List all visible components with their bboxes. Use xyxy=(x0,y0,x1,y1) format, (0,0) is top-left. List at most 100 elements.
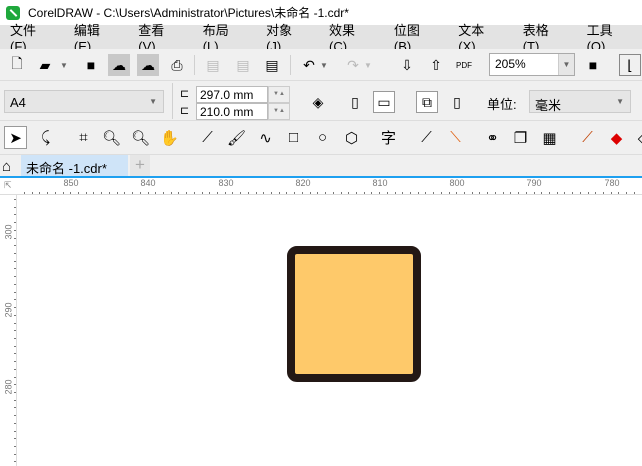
ruler-tick xyxy=(14,446,16,448)
export-pdf-icon[interactable]: PDF xyxy=(453,54,475,76)
pick-tool-icon[interactable]: ➤ xyxy=(4,126,27,149)
spiral-tool-icon[interactable]: ∿ xyxy=(254,126,277,149)
rulers-toggle-icon[interactable]: ⌊ xyxy=(619,54,641,76)
ruler-tick xyxy=(271,192,273,194)
undo-dropdown-icon[interactable]: ▼ xyxy=(318,54,330,76)
print-icon[interactable]: ⎙ xyxy=(166,54,188,76)
all-pages-icon[interactable]: ⧉ xyxy=(416,91,438,113)
ruler-label: 840 xyxy=(140,178,156,188)
ruler-tick xyxy=(14,330,16,332)
page-width-input[interactable]: 297.0 mm xyxy=(196,86,268,103)
ruler-tick xyxy=(162,192,164,194)
ruler-tick xyxy=(132,192,134,194)
ruler-tick xyxy=(348,192,350,194)
separator xyxy=(194,55,195,75)
open-dropdown-icon[interactable]: ▼ xyxy=(58,54,70,76)
artistic-media-tool-icon[interactable]: 🖌︎ xyxy=(225,126,248,149)
cloud-upload-icon[interactable]: ☁ xyxy=(137,54,159,76)
open-icon[interactable]: ▰ xyxy=(34,54,56,76)
ruler-tick xyxy=(31,192,33,194)
ruler-tick xyxy=(278,192,280,194)
home-icon[interactable]: ⌂ xyxy=(2,159,18,175)
ruler-tick xyxy=(14,299,16,301)
vertical-ruler[interactable]: 300 290 280 xyxy=(0,195,17,466)
ruler-tick xyxy=(14,214,16,216)
crop-tool-icon[interactable]: ⌗ xyxy=(72,126,95,149)
full-screen-preview-icon[interactable]: ■ xyxy=(582,54,604,76)
paste-icon[interactable]: ▤ xyxy=(261,54,283,76)
property-bar: A4 ▼ ⊏ 297.0 mm ▼▲ ⊏ 210.0 mm ▼▲ ◈ ▯ ▭ ⧉… xyxy=(0,81,642,121)
page-height-spinner[interactable]: ▼▲ xyxy=(268,103,290,120)
new-document-icon[interactable]: 🗋 xyxy=(6,54,28,76)
connector-tool-icon[interactable]: ⟍ xyxy=(444,126,467,149)
cloud-download-icon[interactable]: ☁ xyxy=(108,54,130,76)
chevron-down-icon[interactable]: ▼ xyxy=(558,54,574,75)
menu-bar: 文件(F) 编辑(E) 查看(V) 布局(L) 对象(J) 效果(C) 位图(B… xyxy=(0,23,642,54)
export-icon[interactable]: ⇧ xyxy=(425,54,447,76)
zoom-tool-icon[interactable]: 🔍︎ xyxy=(100,126,123,149)
polygon-tool-icon[interactable]: ⬡ xyxy=(340,126,363,149)
page-height-input[interactable]: 210.0 mm xyxy=(196,103,268,120)
ruler-tick xyxy=(14,229,16,231)
ruler-tick xyxy=(564,192,566,194)
copy-icon[interactable]: ▤ xyxy=(232,54,254,76)
cut-icon[interactable]: ▤ xyxy=(202,54,224,76)
save-icon[interactable]: ■ xyxy=(80,54,102,76)
page-width-spinner[interactable]: ▼▲ xyxy=(268,86,290,103)
units-select[interactable]: 毫米 ▼ xyxy=(529,90,631,113)
ruler-tick xyxy=(124,192,126,194)
dimension-tool-icon[interactable]: ⟋ xyxy=(415,126,438,149)
rectangle-tool-icon[interactable]: □ xyxy=(282,126,305,149)
horizontal-ruler[interactable]: ⇱ 850 840 830 820 810 800 790 780 xyxy=(0,178,642,195)
landscape-icon[interactable]: ▭ xyxy=(373,91,395,113)
transparency-tool-icon[interactable]: ▦ xyxy=(538,126,561,149)
portrait-icon[interactable]: ▯ xyxy=(344,91,366,113)
ruler-tick xyxy=(618,192,620,194)
ruler-tick xyxy=(255,192,257,194)
interactive-fill-tool-icon[interactable]: ◆ xyxy=(605,126,628,149)
current-page-icon[interactable]: ▯ xyxy=(446,91,468,113)
rounded-rectangle-shape[interactable] xyxy=(287,246,421,382)
pan-tool-icon[interactable]: ✋ xyxy=(158,126,181,149)
ruler-tick xyxy=(14,361,16,363)
page-orientation-apply-icon[interactable]: ◈ xyxy=(307,91,329,113)
zoom-level-select[interactable]: 205% ▼ xyxy=(489,53,575,76)
zoom-out-tool-icon[interactable]: 🔍︎ xyxy=(129,126,152,149)
ruler-tick xyxy=(62,192,64,194)
redo-icon[interactable]: ↷ xyxy=(342,54,364,76)
ruler-tick xyxy=(85,192,87,194)
ellipse-tool-icon[interactable]: ○ xyxy=(311,126,334,149)
freehand-tool-icon[interactable]: ⟋ xyxy=(196,126,219,149)
units-value: 毫米 xyxy=(535,98,562,113)
ruler-tick xyxy=(14,314,16,316)
undo-icon[interactable]: ↶ xyxy=(298,54,320,76)
ruler-tick xyxy=(394,192,396,194)
separator xyxy=(290,55,291,75)
ruler-tick xyxy=(139,192,141,194)
redo-dropdown-icon[interactable]: ▼ xyxy=(362,54,374,76)
ruler-label: 830 xyxy=(218,178,234,188)
add-tab-button[interactable]: + xyxy=(130,155,150,176)
ruler-tick xyxy=(14,415,16,417)
ruler-tick xyxy=(147,192,149,194)
ruler-tick xyxy=(410,192,411,194)
shape-tool-icon[interactable]: ⤹ xyxy=(34,126,57,149)
ruler-origin-icon[interactable]: ⇱ xyxy=(4,180,12,191)
ruler-tick xyxy=(193,192,195,194)
ruler-tick xyxy=(14,245,16,247)
ruler-tick xyxy=(325,192,327,194)
ruler-tick xyxy=(603,192,604,194)
page-size-select[interactable]: A4 ▼ xyxy=(4,90,164,113)
tab-document[interactable]: 未命名 -1.cdr* xyxy=(21,155,128,176)
ruler-tick xyxy=(301,192,303,194)
eyedropper-tool-icon[interactable]: ⟋ xyxy=(576,126,599,149)
blend-tool-icon[interactable]: ⚭ xyxy=(481,126,504,149)
text-tool-icon[interactable]: 字 xyxy=(377,126,400,149)
more-tools-icon[interactable]: ◇ xyxy=(632,126,642,149)
ruler-tick xyxy=(433,192,435,194)
ruler-tick xyxy=(541,192,543,194)
chevron-down-icon: ▼ xyxy=(616,97,624,106)
import-icon[interactable]: ⇩ xyxy=(396,54,418,76)
ruler-tick xyxy=(332,192,334,194)
drop-shadow-tool-icon[interactable]: ❐ xyxy=(509,126,532,149)
